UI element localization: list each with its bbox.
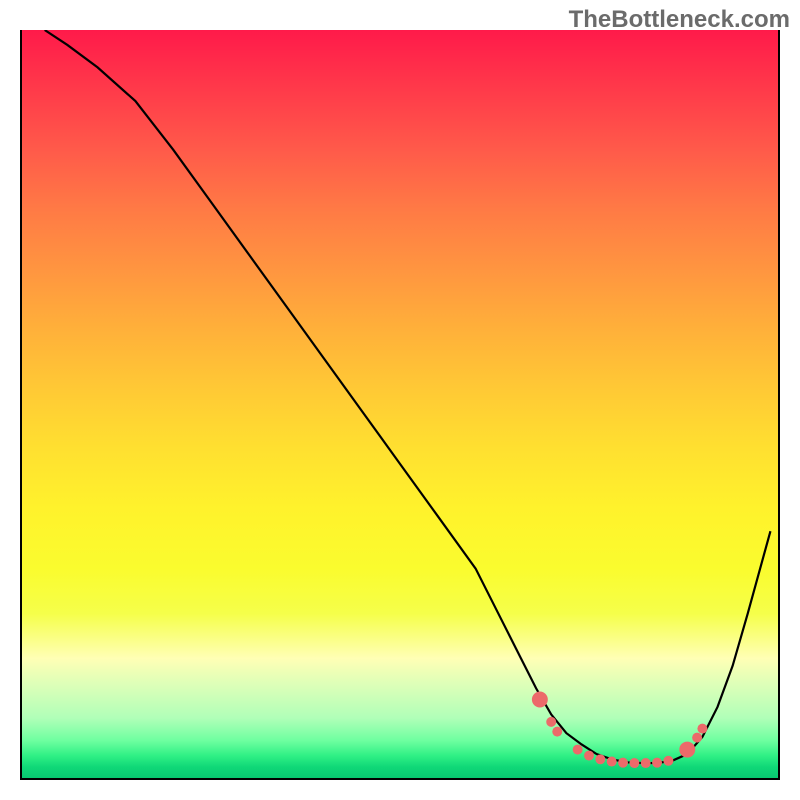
curve-marker xyxy=(532,691,548,707)
curve-marker xyxy=(697,724,707,734)
curve-marker xyxy=(618,758,628,768)
curve-marker xyxy=(652,758,662,768)
curve-marker xyxy=(546,717,556,727)
curve-marker xyxy=(641,758,651,768)
watermark-text: TheBottleneck.com xyxy=(569,6,790,34)
curve-marker xyxy=(679,742,695,758)
curve-marker xyxy=(573,745,583,755)
bottleneck-curve xyxy=(45,30,771,763)
curve-marker xyxy=(595,754,605,764)
plot-area xyxy=(20,30,780,780)
chart-svg xyxy=(22,30,778,778)
curve-marker xyxy=(663,756,673,766)
curve-marker xyxy=(607,757,617,767)
curve-marker xyxy=(584,751,594,761)
curve-marker xyxy=(552,727,562,737)
curve-marker xyxy=(692,733,702,743)
curve-marker xyxy=(629,758,639,768)
